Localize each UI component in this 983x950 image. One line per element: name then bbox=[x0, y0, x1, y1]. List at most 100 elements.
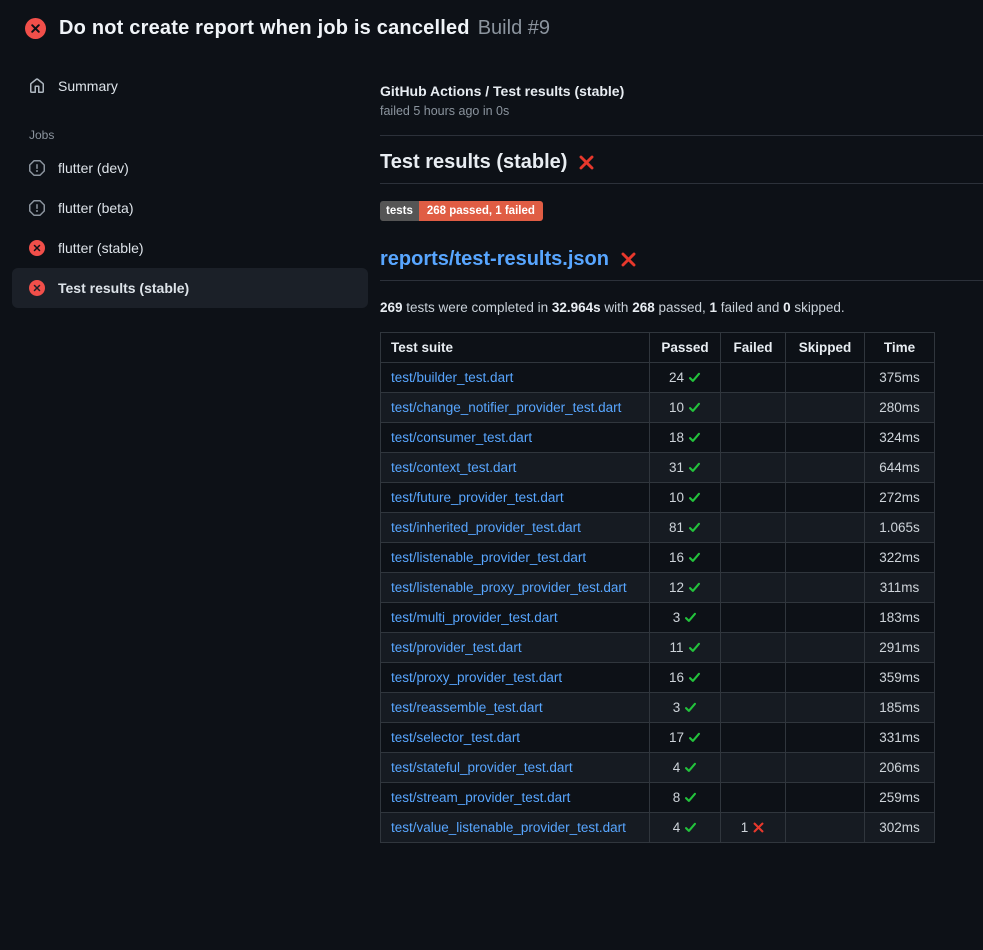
test-suite-link[interactable]: test/stream_provider_test.dart bbox=[391, 790, 570, 805]
stop-icon bbox=[29, 200, 45, 216]
table-header-row: Test suitePassedFailedSkippedTime bbox=[381, 333, 935, 363]
breadcrumb: GitHub Actions / Test results (stable) bbox=[380, 83, 983, 99]
table-row: test/consumer_test.dart 18 324ms bbox=[381, 423, 935, 453]
test-suite-link[interactable]: test/selector_test.dart bbox=[391, 730, 520, 745]
test-suite-link[interactable]: test/listenable_proxy_provider_test.dart bbox=[391, 580, 627, 595]
test-suite-link[interactable]: test/stateful_provider_test.dart bbox=[391, 760, 573, 775]
test-suite-link[interactable]: test/future_provider_test.dart bbox=[391, 490, 564, 505]
page-title: Do not create report when job is cancell… bbox=[59, 17, 470, 40]
test-suite-link[interactable]: test/proxy_provider_test.dart bbox=[391, 670, 562, 685]
tests-badge[interactable]: tests 268 passed, 1 failed bbox=[380, 201, 543, 221]
home-icon bbox=[29, 78, 45, 94]
table-row: test/listenable_proxy_provider_test.dart… bbox=[381, 573, 935, 603]
divider bbox=[380, 135, 983, 136]
check-icon bbox=[688, 641, 701, 654]
sidebar-job-item[interactable]: flutter (dev) bbox=[12, 148, 368, 188]
column-header: Time bbox=[865, 333, 935, 363]
time-cell: 185ms bbox=[865, 693, 935, 723]
sidebar-job-label: flutter (stable) bbox=[58, 238, 144, 258]
x-icon bbox=[620, 251, 637, 268]
passed-cell: 3 bbox=[650, 603, 721, 633]
summary-part: with bbox=[601, 300, 633, 315]
failed-cell bbox=[721, 423, 786, 453]
x-circle-icon bbox=[25, 18, 46, 39]
table-row: test/change_notifier_provider_test.dart … bbox=[381, 393, 935, 423]
failed-cell bbox=[721, 393, 786, 423]
test-suite-link[interactable]: test/change_notifier_provider_test.dart bbox=[391, 400, 621, 415]
time-cell: 206ms bbox=[865, 753, 935, 783]
main-content: GitHub Actions / Test results (stable) f… bbox=[380, 53, 983, 843]
table-row: test/future_provider_test.dart 10 272ms bbox=[381, 483, 935, 513]
passed-cell: 4 bbox=[650, 813, 721, 843]
sidebar-job-item[interactable]: Test results (stable) bbox=[12, 268, 368, 308]
failed-cell bbox=[721, 783, 786, 813]
table-row: test/stateful_provider_test.dart 4 206ms bbox=[381, 753, 935, 783]
sidebar-summary-label: Summary bbox=[58, 78, 118, 94]
passed-cell: 17 bbox=[650, 723, 721, 753]
test-suite-link[interactable]: test/consumer_test.dart bbox=[391, 430, 532, 445]
failed-cell bbox=[721, 693, 786, 723]
failed-cell bbox=[721, 603, 786, 633]
time-cell: 644ms bbox=[865, 453, 935, 483]
column-header: Passed bbox=[650, 333, 721, 363]
failed-cell bbox=[721, 453, 786, 483]
time-cell: 291ms bbox=[865, 633, 935, 663]
failed-cell bbox=[721, 663, 786, 693]
table-row: test/value_listenable_provider_test.dart… bbox=[381, 813, 935, 843]
summary-part: tests were completed in bbox=[403, 300, 552, 315]
skipped-cell bbox=[786, 603, 865, 633]
failed-cell bbox=[721, 723, 786, 753]
skipped-cell bbox=[786, 573, 865, 603]
badge-label: tests bbox=[380, 201, 419, 221]
test-suite-link[interactable]: test/context_test.dart bbox=[391, 460, 516, 475]
test-suite-link[interactable]: test/multi_provider_test.dart bbox=[391, 610, 558, 625]
passed-cell: 81 bbox=[650, 513, 721, 543]
sidebar-job-item[interactable]: flutter (beta) bbox=[12, 188, 368, 228]
table-row: test/provider_test.dart 11 291ms bbox=[381, 633, 935, 663]
skipped-cell bbox=[786, 813, 865, 843]
check-icon bbox=[688, 401, 701, 414]
test-suite-link[interactable]: test/inherited_provider_test.dart bbox=[391, 520, 581, 535]
sidebar-item-summary[interactable]: Summary bbox=[0, 68, 380, 104]
x-circle-icon bbox=[29, 240, 45, 256]
badge-value: 268 passed, 1 failed bbox=[419, 201, 543, 221]
passed-cell: 16 bbox=[650, 543, 721, 573]
failed-cell bbox=[721, 513, 786, 543]
skipped-cell bbox=[786, 663, 865, 693]
check-icon bbox=[688, 671, 701, 684]
check-icon bbox=[688, 731, 701, 744]
passed-cell: 16 bbox=[650, 663, 721, 693]
sidebar-job-item[interactable]: flutter (stable) bbox=[12, 228, 368, 268]
test-suite-link[interactable]: test/reassemble_test.dart bbox=[391, 700, 543, 715]
skipped-cell bbox=[786, 423, 865, 453]
test-suite-link[interactable]: test/listenable_provider_test.dart bbox=[391, 550, 586, 565]
skipped-cell bbox=[786, 633, 865, 663]
failed-cell bbox=[721, 573, 786, 603]
time-cell: 280ms bbox=[865, 393, 935, 423]
failed-cell bbox=[721, 753, 786, 783]
failed-cell: 1 bbox=[721, 813, 786, 843]
check-icon bbox=[688, 371, 701, 384]
column-header: Failed bbox=[721, 333, 786, 363]
passed-cell: 8 bbox=[650, 783, 721, 813]
table-row: test/builder_test.dart 24 375ms bbox=[381, 363, 935, 393]
x-circle-icon bbox=[29, 280, 45, 296]
table-row: test/listenable_provider_test.dart 16 32… bbox=[381, 543, 935, 573]
check-icon bbox=[684, 611, 697, 624]
summary-part: failed and bbox=[717, 300, 783, 315]
sidebar-job-label: flutter (beta) bbox=[58, 198, 133, 218]
summary-part: skipped. bbox=[791, 300, 845, 315]
table-row: test/proxy_provider_test.dart 16 359ms bbox=[381, 663, 935, 693]
report-heading[interactable]: reports/test-results.json bbox=[380, 248, 983, 281]
build-number: Build #9 bbox=[478, 17, 550, 40]
test-suite-link[interactable]: test/builder_test.dart bbox=[391, 370, 513, 385]
report-heading-label: reports/test-results.json bbox=[380, 248, 609, 271]
check-icon bbox=[684, 791, 697, 804]
skipped-cell bbox=[786, 783, 865, 813]
stop-icon bbox=[29, 160, 45, 176]
passed-cell: 24 bbox=[650, 363, 721, 393]
test-suite-link[interactable]: test/provider_test.dart bbox=[391, 640, 522, 655]
test-suite-link[interactable]: test/value_listenable_provider_test.dart bbox=[391, 820, 626, 835]
sidebar-job-label: Test results (stable) bbox=[58, 278, 189, 298]
summary-part: 32.964s bbox=[552, 300, 601, 315]
